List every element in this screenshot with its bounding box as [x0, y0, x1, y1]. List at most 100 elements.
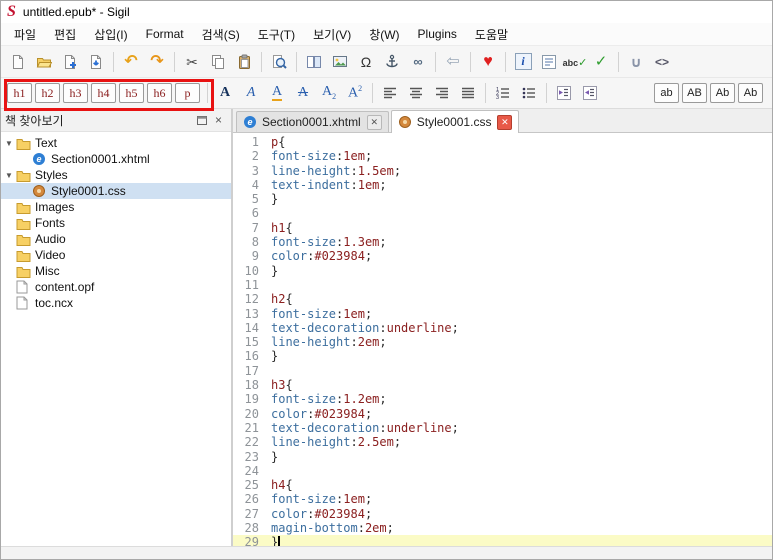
code-line[interactable]: 24: [233, 464, 772, 478]
tab-close-button[interactable]: ✕: [366, 114, 382, 130]
code-line[interactable]: 12 h2{: [233, 292, 772, 306]
code-line[interactable]: 17: [233, 364, 772, 378]
code-line[interactable]: 14 text-decoration:underline;: [233, 321, 772, 335]
code-line[interactable]: 21 text-decoration:underline;: [233, 421, 772, 435]
tree-item-style0001-css[interactable]: Style0001.css: [1, 183, 231, 199]
heading-6-button[interactable]: h6: [147, 83, 172, 103]
expander-open-icon[interactable]: ▼: [5, 171, 16, 180]
tree-item-toc-ncx[interactable]: toc.ncx: [1, 295, 231, 311]
split-view-button[interactable]: [301, 50, 327, 74]
close-panel-button[interactable]: ×: [210, 112, 227, 128]
code-line[interactable]: 29}: [233, 535, 772, 546]
tab-style0001-css[interactable]: Style0001.css ✕: [390, 110, 520, 133]
align-right-button[interactable]: [429, 81, 455, 105]
code-line[interactable]: 23}: [233, 450, 772, 464]
tree-item-styles[interactable]: ▼ Styles: [1, 167, 231, 183]
clips-button[interactable]: ∪: [623, 50, 649, 74]
paste-button[interactable]: [231, 50, 257, 74]
heading-5-button[interactable]: h5: [119, 83, 144, 103]
menu-item-10[interactable]: 도움말: [466, 23, 517, 46]
tab-section0001-xhtml[interactable]: e Section0001.xhtml ✕: [236, 111, 389, 132]
code-line[interactable]: 19 font-size:1.2em;: [233, 392, 772, 406]
code-line[interactable]: 25 h4{: [233, 478, 772, 492]
heading-2-button[interactable]: h2: [35, 83, 60, 103]
superscript-button[interactable]: A2: [342, 81, 368, 105]
menu-item-3[interactable]: 삽입(I): [85, 23, 136, 46]
code-line[interactable]: 15 line-height:2em;: [233, 335, 772, 349]
code-line[interactable]: 4 text-indent:1em;: [233, 178, 772, 192]
redo-button[interactable]: ↷: [144, 50, 170, 74]
donate-heart-button[interactable]: ♥: [475, 50, 501, 74]
back-link-button[interactable]: ⇦: [440, 50, 466, 74]
code-line[interactable]: 9 color:#023984;: [233, 249, 772, 263]
menu-item-6[interactable]: 도구(T): [249, 23, 304, 46]
ordered-list-button[interactable]: 123: [490, 81, 516, 105]
add-existing-file-button[interactable]: [57, 50, 83, 74]
lowercase-button[interactable]: ab: [654, 83, 679, 103]
code-line[interactable]: 20 color:#023984;: [233, 407, 772, 421]
code-view-button[interactable]: <>: [649, 50, 675, 74]
find-replace-button[interactable]: [266, 50, 292, 74]
paragraph-button[interactable]: p: [175, 83, 200, 103]
copy-button[interactable]: [205, 50, 231, 74]
tree-item-images[interactable]: Images: [1, 199, 231, 215]
float-panel-button[interactable]: [193, 112, 210, 128]
tree-item-video[interactable]: Video: [1, 247, 231, 263]
heading-3-button[interactable]: h3: [63, 83, 88, 103]
tab-close-button[interactable]: ✕: [497, 114, 513, 130]
titlecase-button[interactable]: Ab: [738, 83, 763, 103]
outdent-button[interactable]: [551, 81, 577, 105]
cut-button[interactable]: ✂: [179, 50, 205, 74]
code-line[interactable]: 3 line-height:1.5em;: [233, 164, 772, 178]
insert-link-button[interactable]: ∞: [405, 50, 431, 74]
code-line[interactable]: 5}: [233, 192, 772, 206]
menu-item-9[interactable]: Plugins: [409, 24, 466, 44]
underline-button[interactable]: A: [264, 81, 290, 105]
insert-id-button[interactable]: [379, 50, 405, 74]
heading-1-button[interactable]: h1: [7, 83, 32, 103]
insert-image-button[interactable]: [327, 50, 353, 74]
well-formed-check-button[interactable]: ✓: [588, 50, 614, 74]
code-line[interactable]: 28 magin-bottom:2em;: [233, 521, 772, 535]
menu-item-5[interactable]: 검색(S): [193, 23, 249, 46]
code-line[interactable]: 13 font-size:1em;: [233, 307, 772, 321]
tree-item-content-opf[interactable]: content.opf: [1, 279, 231, 295]
heading-4-button[interactable]: h4: [91, 83, 116, 103]
menu-item-7[interactable]: 보기(V): [304, 23, 360, 46]
code-line[interactable]: 1 p{: [233, 135, 772, 149]
metadata-editor-button[interactable]: [536, 50, 562, 74]
indent-button[interactable]: [577, 81, 603, 105]
undo-button[interactable]: ↶: [118, 50, 144, 74]
tree-item-audio[interactable]: Audio: [1, 231, 231, 247]
tree-item-fonts[interactable]: Fonts: [1, 215, 231, 231]
align-left-button[interactable]: [377, 81, 403, 105]
new-file-button[interactable]: [5, 50, 31, 74]
code-line[interactable]: 2 font-size:1em;: [233, 149, 772, 163]
capitalize-button[interactable]: Ab: [710, 83, 735, 103]
code-line[interactable]: 10}: [233, 264, 772, 278]
code-line[interactable]: 8 font-size:1.3em;: [233, 235, 772, 249]
menu-item-2[interactable]: 편집: [45, 23, 85, 46]
code-line[interactable]: 11: [233, 278, 772, 292]
special-character-button[interactable]: Ω: [353, 50, 379, 74]
code-line[interactable]: 7 h1{: [233, 221, 772, 235]
code-line[interactable]: 6: [233, 206, 772, 220]
tree-item-misc[interactable]: Misc: [1, 263, 231, 279]
uppercase-button[interactable]: AB: [682, 83, 707, 103]
strikethrough-button[interactable]: A: [290, 81, 316, 105]
code-editor[interactable]: 1 p{2 font-size:1em; 3 line-height:1.5em; 4 te…: [233, 133, 772, 546]
code-line[interactable]: 27 color:#023984;: [233, 507, 772, 521]
menu-item-4[interactable]: Format: [137, 24, 193, 44]
menu-item-1[interactable]: 파일: [5, 23, 45, 46]
align-center-button[interactable]: [403, 81, 429, 105]
save-button[interactable]: [83, 50, 109, 74]
subscript-button[interactable]: A2: [316, 81, 342, 105]
code-line[interactable]: 22 line-height:2.5em;: [233, 435, 772, 449]
code-line[interactable]: 18 h3{: [233, 378, 772, 392]
spellcheck-button[interactable]: abc✓: [562, 50, 588, 74]
metadata-info-button[interactable]: i: [510, 50, 536, 74]
open-epub-button[interactable]: [31, 50, 57, 74]
align-justify-button[interactable]: [455, 81, 481, 105]
expander-open-icon[interactable]: ▼: [5, 139, 16, 148]
unordered-list-button[interactable]: [516, 81, 542, 105]
